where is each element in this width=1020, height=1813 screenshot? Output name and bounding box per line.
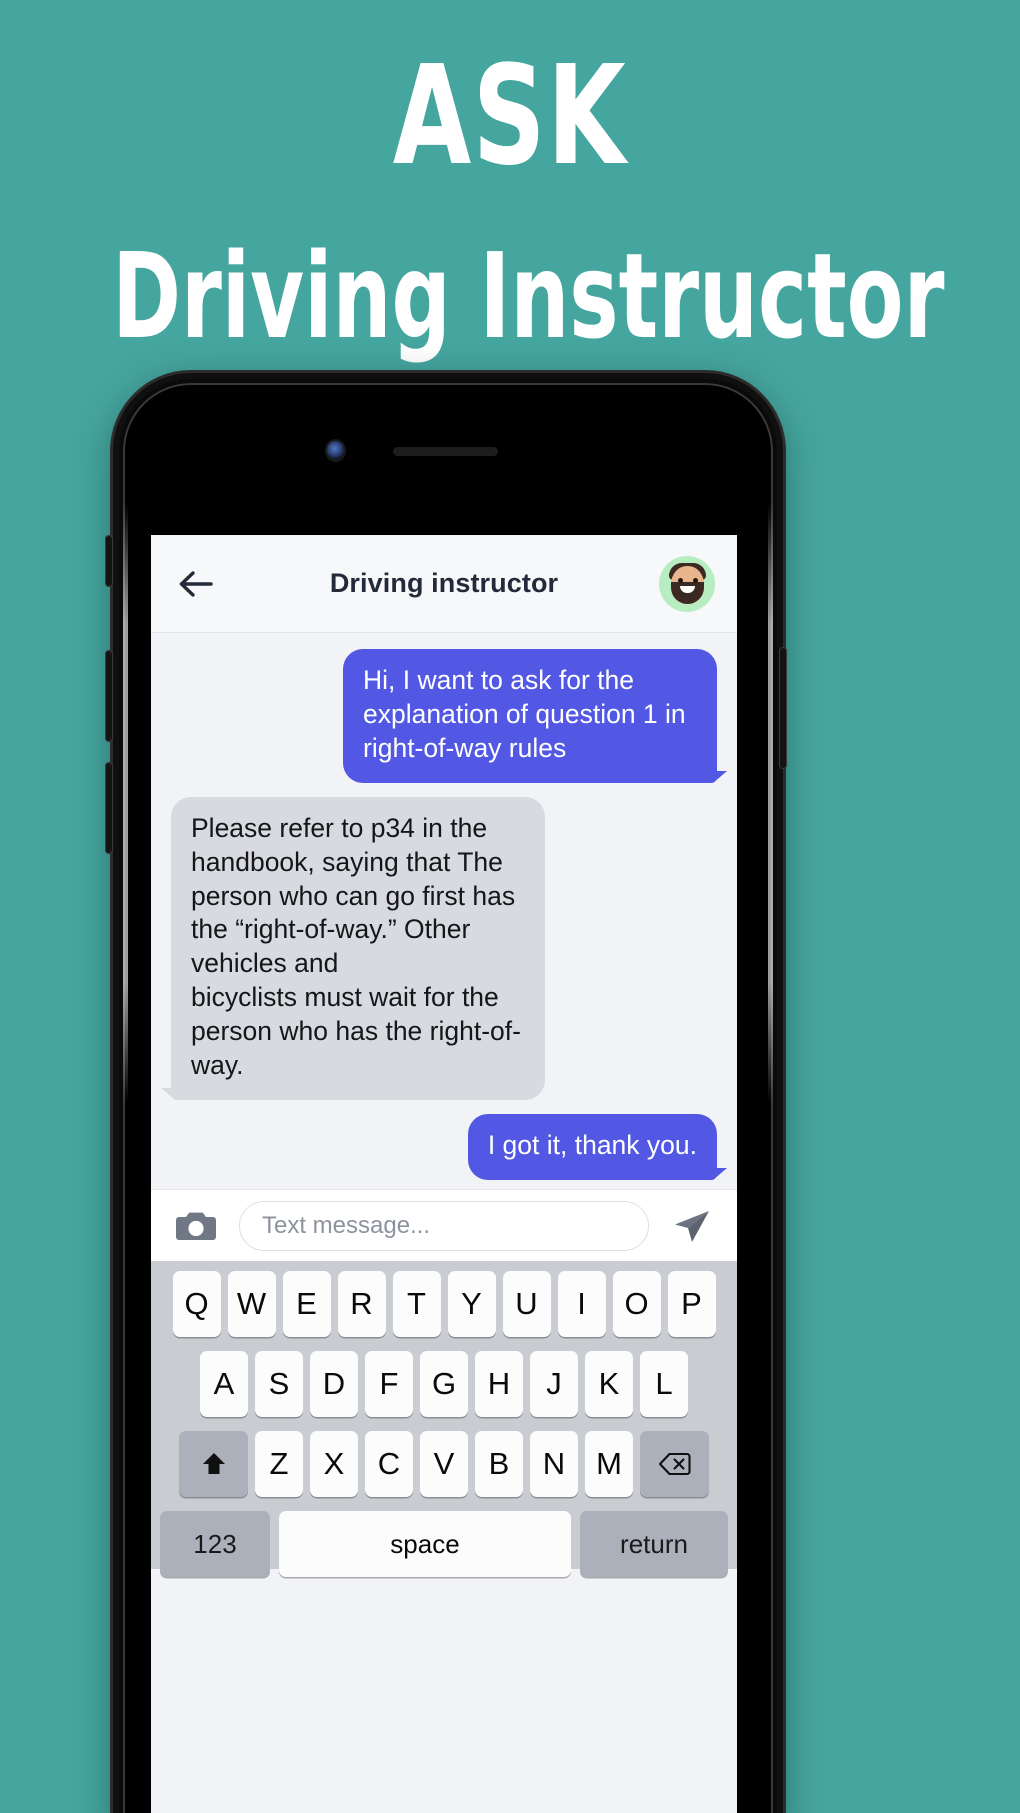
promo-subtitle: Driving Instructor (112, 227, 945, 365)
key-q[interactable]: Q (172, 1271, 221, 1337)
key-k[interactable]: K (585, 1351, 633, 1417)
backspace-key[interactable] (640, 1431, 709, 1497)
key-v[interactable]: V (420, 1431, 468, 1497)
page-title: Driving instructor (329, 568, 559, 598)
message-row: I got it, thank you. (171, 1113, 728, 1180)
key-u[interactable]: U (502, 1271, 551, 1337)
key-b[interactable]: B (475, 1431, 523, 1497)
message-input-bar: Text message... (151, 1189, 737, 1261)
key-m[interactable]: M (585, 1431, 633, 1497)
message-input-placeholder: Text message... (262, 1211, 431, 1239)
promo-heading-block: ASK Driving Instructor (0, 0, 1020, 360)
key-o[interactable]: O (612, 1271, 661, 1337)
key-w[interactable]: W (227, 1271, 276, 1337)
volume-up-button[interactable] (105, 650, 113, 742)
chat-header: Driving instructor (151, 535, 737, 633)
key-t[interactable]: T (392, 1271, 441, 1337)
avatar[interactable] (659, 555, 715, 612)
key-e[interactable]: E (282, 1271, 331, 1337)
key-j[interactable]: J (530, 1351, 578, 1417)
keyboard-row-3: Z X C V B N M (155, 1431, 733, 1497)
key-p[interactable]: P (667, 1271, 716, 1337)
key-y[interactable]: Y (447, 1271, 496, 1337)
key-n[interactable]: N (530, 1431, 578, 1497)
key-g[interactable]: G (420, 1351, 468, 1417)
keyboard-row-4: 123 space return (155, 1511, 733, 1577)
power-button[interactable] (779, 647, 787, 769)
key-f[interactable]: F (365, 1351, 413, 1417)
keyboard-row-1: Q W E R T Y U I O P (155, 1271, 733, 1337)
backspace-delete-icon (658, 1452, 691, 1476)
back-arrow-icon (179, 570, 213, 597)
back-button[interactable] (173, 561, 219, 607)
key-a[interactable]: A (200, 1351, 248, 1417)
app-screen: Driving instructor Hi, I want to ask for… (151, 535, 737, 1813)
numbers-key[interactable]: 123 (160, 1511, 270, 1577)
key-s[interactable]: S (255, 1351, 303, 1417)
mute-switch-button[interactable] (105, 535, 113, 587)
key-r[interactable]: R (337, 1271, 386, 1337)
bezel-highlight-right (768, 503, 773, 1103)
send-button[interactable] (665, 1204, 719, 1248)
key-z[interactable]: Z (255, 1431, 303, 1497)
camera-button[interactable] (169, 1204, 223, 1248)
front-camera-icon (327, 441, 344, 460)
promo-title-ask: ASK (392, 37, 628, 196)
message-row: Please refer to p34 in the handbook, say… (161, 796, 717, 1101)
return-key[interactable]: return (580, 1511, 728, 1577)
message-list[interactable]: Hi, I want to ask for the explanation of… (151, 633, 737, 1189)
key-d[interactable]: D (310, 1351, 358, 1417)
key-l[interactable]: L (640, 1351, 688, 1417)
bezel-highlight-left (123, 503, 128, 1103)
message-bubble-outgoing[interactable]: Hi, I want to ask for the explanation of… (343, 649, 727, 783)
message-text-input[interactable]: Text message... (239, 1200, 649, 1251)
key-c[interactable]: C (365, 1431, 413, 1497)
message-bubble-incoming[interactable]: Please refer to p34 in the handbook, say… (161, 796, 545, 1101)
volume-down-button[interactable] (105, 762, 113, 854)
message-bubble-outgoing[interactable]: I got it, thank you. (467, 1113, 728, 1180)
earpiece-speaker-icon (393, 447, 498, 456)
on-screen-keyboard: Q W E R T Y U I O P A S D F G H J K L Z … (151, 1261, 737, 1577)
send-paper-plane-icon (675, 1210, 709, 1242)
camera-icon (176, 1212, 216, 1240)
shift-arrow-icon (202, 1453, 225, 1474)
avatar-eye-left (678, 577, 683, 583)
shift-key[interactable] (179, 1431, 248, 1497)
keyboard-row-2: A S D F G H J K L (155, 1351, 733, 1417)
avatar-eye-right (693, 577, 698, 583)
message-row: Hi, I want to ask for the explanation of… (171, 649, 727, 783)
key-x[interactable]: X (310, 1431, 358, 1497)
key-h[interactable]: H (475, 1351, 523, 1417)
space-key[interactable]: space (279, 1511, 571, 1577)
key-i[interactable]: I (557, 1271, 606, 1337)
